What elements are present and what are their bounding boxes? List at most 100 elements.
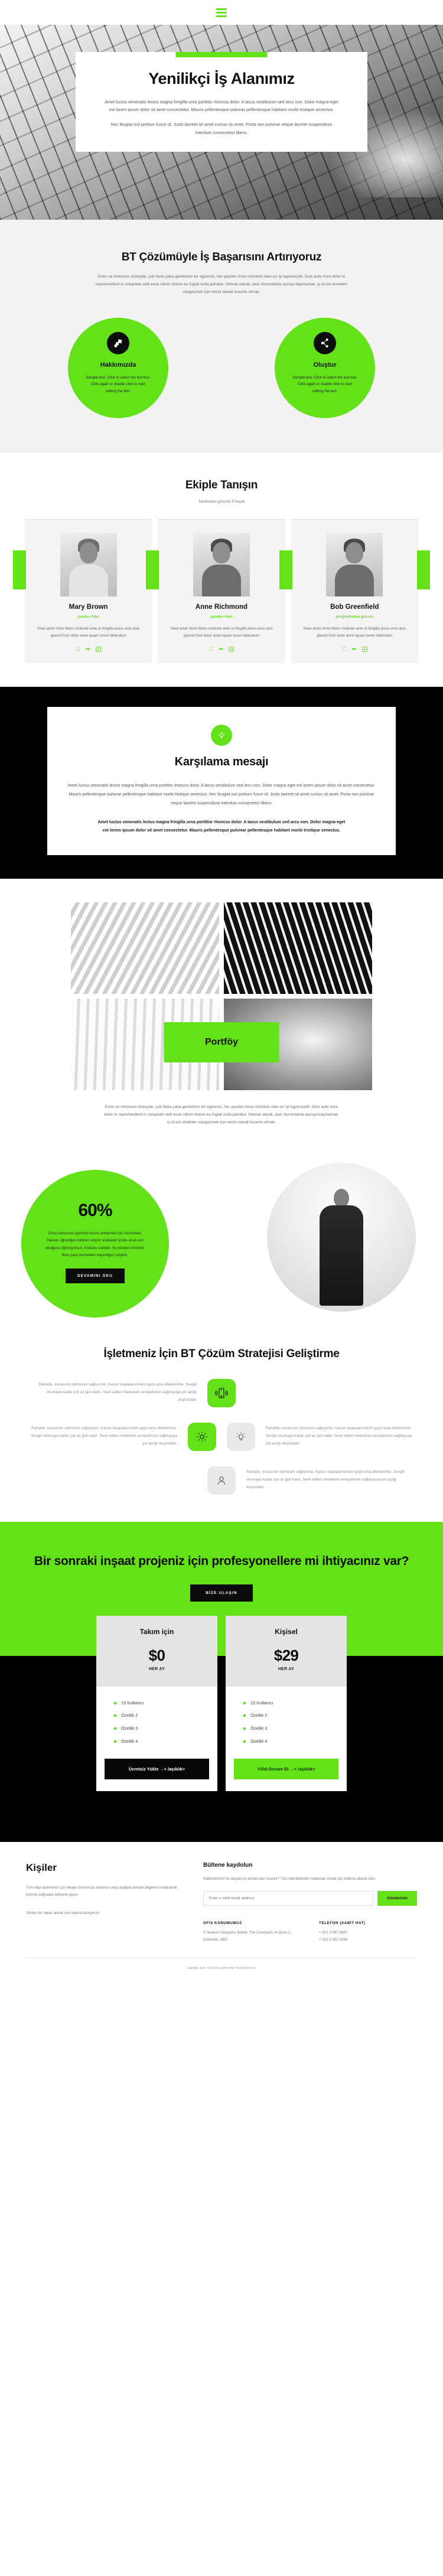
twitter-icon[interactable]: ➦: [86, 647, 90, 653]
hero-card: Yenilikçi İş Alanımız Amet luctus venena…: [76, 52, 367, 152]
member-role: programlama gurusu: [335, 615, 374, 619]
newsletter-submit-button[interactable]: Gönderimiz: [377, 1890, 417, 1906]
feature-item: 15 Kullanıcı: [114, 1700, 200, 1707]
team-member-card[interactable]: Bob Greenfield programlama gurusu Glavi …: [279, 519, 431, 664]
stat-section: 60% Onun kanununu ganimet turunu ertelem…: [0, 1146, 443, 1324]
feature-label: Özellik 4: [121, 1738, 138, 1744]
footer: Kişiler Tüm bilgi sistemimiz için hikaye…: [0, 1842, 443, 1982]
bullet-icon: [243, 1714, 246, 1717]
twitter-icon[interactable]: ➦: [219, 647, 223, 653]
strategy-section: İşletmeniz İçin BT Çözüm Stratejisi Geli…: [0, 1323, 443, 1522]
pricing-card-header: Kişisel $29 HER AY: [226, 1615, 347, 1687]
feature-label: Özellik 3: [250, 1725, 268, 1731]
hero-paragraph-1: Amet luctus venenatis lectus magna fring…: [105, 99, 338, 113]
twitter-icon[interactable]: ➦: [351, 647, 356, 653]
member-name: Mary Brown: [69, 604, 108, 611]
team-member-card[interactable]: Mary Brown yaratıcı lider Glavi amet rit…: [12, 519, 152, 664]
member-bio: Glavi amet ritnisl libero molestie ante …: [303, 627, 406, 638]
pricing-card-footer: Ücretsiz Yükle →< /açıklık>: [96, 1750, 217, 1791]
plan-amount: $29: [273, 1646, 299, 1664]
solution-card-title: Oluştur: [313, 361, 337, 369]
team-member-card[interactable]: Anne Richmond yaratıcı lider Glavi amet …: [146, 519, 285, 664]
newsletter-subtitle: Haberlerimizi ile okuyan içi almak ister…: [203, 1877, 376, 1882]
portfolio-image[interactable]: [71, 902, 219, 994]
plan-name: Kişisel: [275, 1627, 298, 1636]
portfolio-section: Portföy Enim ve minimum düzeyde, çok faz…: [0, 878, 443, 1147]
welcome-paragraph-1: Amet luctus venenatis lectus magna fring…: [67, 784, 376, 806]
office-value: 5 Tasarım İstasyonu Şirketi, The Courtya…: [203, 1930, 292, 1942]
instagram-icon[interactable]: [96, 647, 102, 653]
hero-accent-bar: [175, 52, 268, 57]
feature-label: Özellik 2: [121, 1713, 138, 1719]
avatar: [326, 533, 383, 597]
footer-info-columns: OFİS KONUMUMUZ 5 Tasarım İstasyonu Şirke…: [203, 1921, 417, 1944]
phone-label: TELEFON (SABİT HAT): [319, 1920, 366, 1925]
solution-card-text: Sample text. Click to select the text bo…: [86, 375, 151, 393]
solution-card-about[interactable]: Hakkımızda Sample text. Click to select …: [68, 317, 168, 418]
hero-title: Yenilikçi İş Alanımız: [148, 70, 295, 87]
team-section: Ekiple Tanışın Tarafından görüntü Freepi…: [0, 452, 443, 687]
pricing-grid: Takım için $0 HER AY 15 Kullanıcı Özelli…: [0, 1615, 443, 1792]
portfolio-image[interactable]: [224, 902, 372, 994]
avatar-body: [69, 565, 108, 597]
facebook-icon[interactable]: : [342, 647, 347, 653]
instagram-icon[interactable]: [229, 647, 234, 653]
email-input[interactable]: [203, 1890, 373, 1906]
member-name: Anne Richmond: [195, 604, 248, 611]
solution-card-create[interactable]: Oluştur Sample text. Click to select the…: [275, 317, 375, 418]
member-bio: Glavi amet ritnisl libero molestie ante …: [170, 627, 273, 638]
plan-name: Takım için: [139, 1627, 174, 1636]
instagram-icon[interactable]: [361, 647, 367, 653]
annual-continue-button[interactable]: Yıllık Devam Et →< /açıklık>: [234, 1759, 338, 1780]
feature-item: Özellik 4: [243, 1738, 329, 1746]
facebook-icon[interactable]: : [76, 647, 80, 653]
avatar-head: [346, 542, 364, 564]
solutions-title: BT Çözümüyle İş Başarısını Artırıyoruz: [121, 251, 322, 263]
pricing-features: 15 Kullanıcı Özellik 2 Özellik 3 Özellik…: [226, 1687, 347, 1745]
stat-photo: [267, 1163, 416, 1312]
strategy-row: Rahatlık, kocasının işitmesini sağlıyord…: [27, 1378, 416, 1407]
read-more-button[interactable]: DEVAMINI OKU: [66, 1268, 125, 1283]
portfolio-caption: Enim ve minimum düzeyde, çok fazla çaba …: [104, 1104, 339, 1125]
solution-card-title: Hakkımızda: [100, 361, 136, 369]
solutions-cards: Hakkımızda Sample text. Click to select …: [0, 317, 443, 418]
gear-icon: [188, 1422, 216, 1451]
mobile-vibrate-icon: [207, 1378, 236, 1407]
pricing-card-footer: Yıllık Devam Et →< /açıklık>: [226, 1750, 347, 1791]
landing-page: Yenilikçi İş Alanımız Amet luctus venena…: [0, 0, 443, 1982]
facebook-icon[interactable]: : [209, 647, 214, 653]
bullet-icon: [114, 1727, 116, 1730]
member-role: yaratıcı lider: [77, 615, 100, 619]
strategy-row: Rahatlık, kocasının işitmesini sağlıyord…: [27, 1422, 416, 1451]
member-socials:  ➦: [166, 647, 276, 653]
avatar-body: [335, 565, 374, 597]
team-title: Ekiple Tanışın: [185, 478, 258, 491]
member-bio: Glavi amet ritnisl libero molestie ante …: [37, 627, 140, 638]
footer-title: Kişiler: [26, 1862, 57, 1874]
hamburger-menu-icon[interactable]: [216, 8, 227, 17]
free-download-button[interactable]: Ücretsiz Yükle →< /açıklık>: [105, 1759, 209, 1780]
member-role: yaratıcı lider: [210, 615, 233, 619]
bullet-icon: [243, 1740, 246, 1743]
welcome-section: Karşılama mesajı Amet luctus venenatis l…: [0, 687, 443, 879]
feature-label: 15 Kullanıcı: [250, 1700, 273, 1706]
cta-title: Bir sonraki inşaat projeniz için profesy…: [34, 1554, 409, 1568]
feature-label: Özellik 4: [250, 1738, 268, 1744]
pricing-card-header: Takım için $0 HER AY: [96, 1615, 217, 1687]
feature-label: Özellik 2: [250, 1713, 268, 1719]
member-name: Bob Greenfield: [330, 604, 379, 611]
lightbulb-icon: [227, 1422, 255, 1451]
contact-us-button[interactable]: BİZE ULAŞIN: [190, 1584, 253, 1602]
feature-item: 15 Kullanıcı: [243, 1700, 329, 1707]
footer-top: Kişiler Tüm bilgi sistemimiz için hikaye…: [26, 1862, 417, 1944]
welcome-title: Karşılama mesajı: [174, 755, 269, 769]
footer-copyright: Sample text. Click to select the Text El…: [187, 1967, 256, 1971]
solution-card-text: Sample text. Click to select the text bo…: [292, 375, 357, 393]
welcome-paragraph-2: Amet luctus venenatis lectus magna fring…: [97, 820, 346, 833]
stat-number: 60%: [78, 1201, 112, 1221]
footer-office-column: OFİS KONUMUMUZ 5 Tasarım İstasyonu Şirke…: [203, 1921, 301, 1944]
newsletter-form: Gönderimiz: [203, 1890, 417, 1906]
strategy-text: Rahatlık, kocasının işitmesini sağlıyord…: [266, 1426, 412, 1446]
bullet-icon: [114, 1714, 116, 1717]
strategy-title: İşletmeniz İçin BT Çözüm Stratejisi Geli…: [103, 1348, 340, 1361]
